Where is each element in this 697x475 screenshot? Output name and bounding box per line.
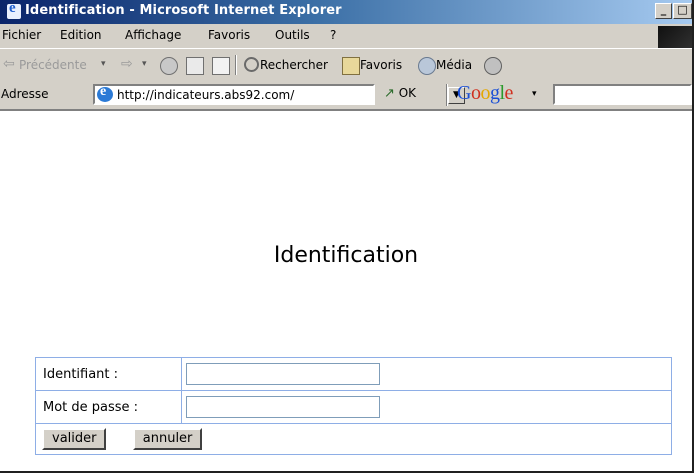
menu-edition[interactable]: Edition [60, 28, 102, 42]
search-icon [244, 57, 259, 72]
table-row: Mot de passe : [35, 390, 672, 424]
address-label: Adresse [1, 87, 49, 101]
refresh-icon[interactable] [186, 57, 204, 75]
address-input[interactable]: http://indicateurs.abs92.com/ ▼ [93, 84, 465, 105]
maximize-button[interactable]: □ [673, 3, 692, 19]
page-icon [97, 84, 113, 102]
forward-dropdown-icon[interactable]: ▾ [142, 59, 147, 69]
minimize-button[interactable]: _ [655, 3, 672, 19]
go-button[interactable]: ↗ OK [384, 86, 416, 101]
submit-button[interactable]: valider [42, 428, 107, 450]
media-button[interactable]: Média [436, 58, 472, 72]
cancel-button[interactable]: annuler [132, 428, 203, 450]
window-title: Identification - Microsoft Internet Expl… [25, 3, 342, 18]
menu-fichier[interactable]: Fichier [2, 28, 41, 42]
login-input[interactable] [186, 363, 380, 385]
table-row: valider annuler [35, 423, 672, 455]
toolbar-separator [235, 55, 237, 75]
login-cell [181, 357, 672, 391]
google-letter: G [457, 82, 471, 104]
home-icon[interactable] [212, 57, 230, 75]
windows-logo-icon [658, 26, 692, 48]
back-button[interactable]: Précédente [19, 58, 87, 72]
page-content: Identification Identifiant : Mot de pass… [0, 111, 692, 471]
google-dropdown-icon[interactable]: ▾ [532, 89, 537, 99]
menu-outils[interactable]: Outils [275, 28, 310, 42]
search-button[interactable]: Rechercher [260, 58, 328, 72]
login-form: Identifiant : Mot de passe : valider ann… [35, 357, 672, 455]
table-row: Identifiant : [35, 357, 672, 391]
address-bar: Adresse http://indicateurs.abs92.com/ ▼ … [0, 81, 692, 111]
favorites-button[interactable]: Favoris [360, 58, 402, 72]
buttons-cell: valider annuler [35, 423, 672, 455]
media-icon [418, 57, 436, 75]
password-input[interactable] [186, 396, 380, 418]
password-label: Mot de passe : [35, 390, 182, 424]
google-letter: e [504, 82, 514, 104]
menu-favoris[interactable]: Favoris [208, 28, 250, 42]
page-title: Identification [273, 243, 419, 268]
menu-bar: Fichier Edition Affichage Favoris Outils… [0, 24, 692, 49]
login-label: Identifiant : [35, 357, 182, 391]
go-arrow-icon: ↗ [384, 86, 395, 101]
google-search-input[interactable] [553, 84, 692, 105]
google-logo[interactable]: Google [457, 82, 513, 105]
stop-icon[interactable] [160, 57, 178, 75]
internet-explorer-icon [7, 0, 21, 19]
menu-affichage[interactable]: Affichage [125, 28, 181, 42]
title-bar: Identification - Microsoft Internet Expl… [0, 0, 692, 24]
toolbar-separator [446, 84, 448, 106]
standard-toolbar: ⇦ Précédente ▾ ⇨ ▾ Rechercher Favoris Mé… [0, 48, 692, 82]
go-label: OK [398, 86, 417, 100]
google-letter: o [480, 82, 490, 104]
back-arrow-icon: ⇦ [3, 56, 15, 72]
back-dropdown-icon[interactable]: ▾ [101, 59, 106, 69]
browser-window: Identification - Microsoft Internet Expl… [0, 0, 694, 473]
menu-help[interactable]: ? [330, 28, 336, 42]
password-cell [181, 390, 672, 424]
favorites-icon [342, 57, 360, 75]
history-icon[interactable] [484, 57, 502, 75]
forward-button[interactable]: ⇨ [121, 56, 133, 72]
address-url[interactable]: http://indicateurs.abs92.com/ [117, 88, 294, 102]
